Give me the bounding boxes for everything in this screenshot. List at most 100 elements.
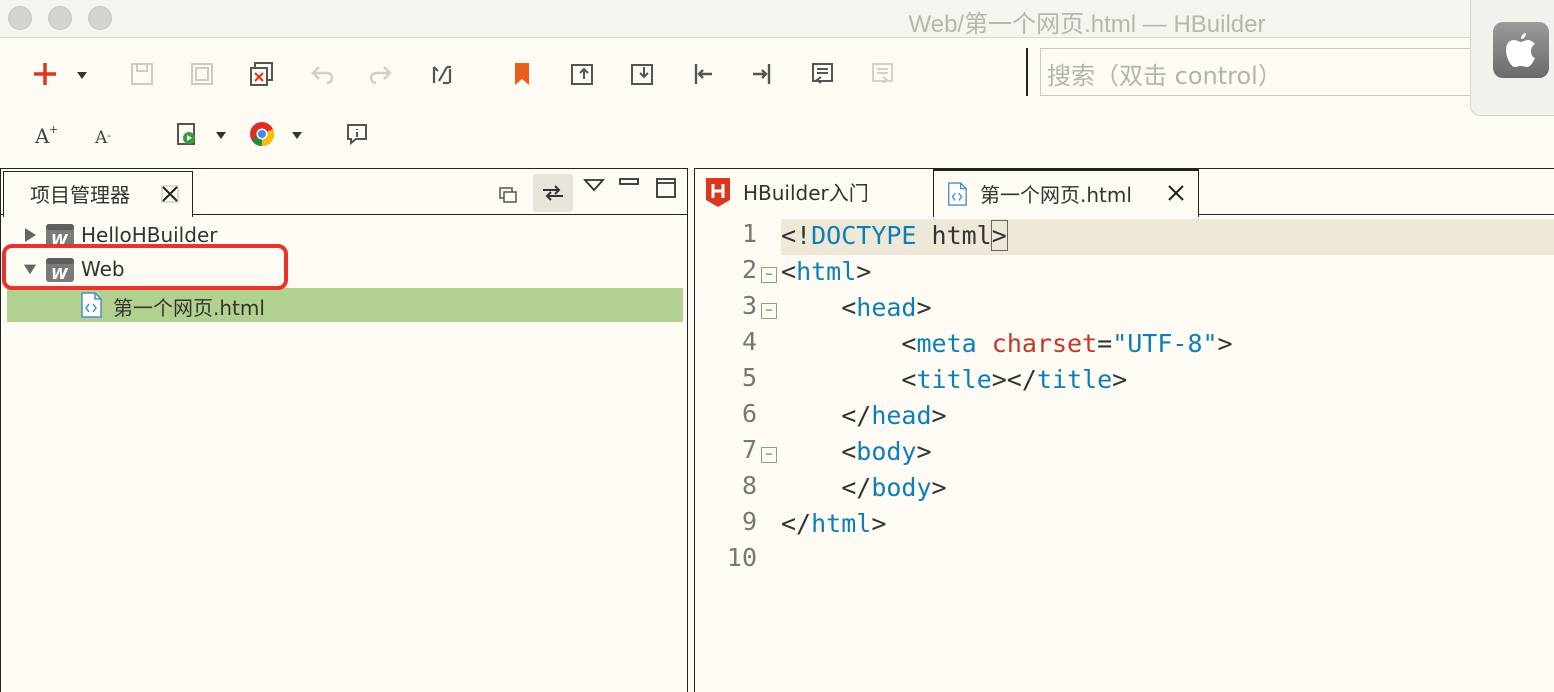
maximize-icon[interactable]: [655, 177, 677, 199]
fold-toggle-icon[interactable]: −: [761, 303, 777, 319]
view-menu-icon[interactable]: [583, 177, 605, 193]
save-button[interactable]: [127, 59, 157, 89]
save-as-icon: [250, 62, 273, 86]
chevron-down-icon[interactable]: [215, 130, 227, 140]
tab-label: HBuilder入门: [743, 181, 869, 205]
wrap-button[interactable]: [807, 59, 837, 89]
tab-first-page[interactable]: 第一个网页.html: [933, 169, 1199, 217]
tree-item-label: 第一个网页.html: [113, 296, 265, 320]
goto-next-button[interactable]: [627, 59, 657, 89]
bookmark-icon: [515, 63, 529, 85]
save-as-button[interactable]: [247, 59, 277, 89]
apple-icon: [1493, 22, 1549, 78]
line-number: 9: [741, 507, 757, 536]
code-text: <head>: [841, 293, 932, 322]
unwrap-button[interactable]: [867, 59, 897, 89]
hbuilder-logo-icon: [706, 178, 730, 207]
goto-previous-button[interactable]: [567, 59, 597, 89]
undo-icon: [311, 66, 334, 85]
wrap-icon: [812, 63, 833, 84]
bookmark-button[interactable]: [507, 59, 537, 89]
new-button[interactable]: [30, 59, 60, 89]
line-number: 3: [741, 291, 757, 320]
tab-label: 第一个网页.html: [980, 183, 1132, 207]
code-line: 9 </html>: [695, 507, 1554, 543]
new-icon: [34, 63, 56, 85]
run-button[interactable]: [172, 119, 202, 149]
line-number: 7: [741, 435, 757, 464]
highlight-annotation: [2, 244, 288, 290]
line-number: 8: [741, 471, 757, 500]
font-decrease-icon: A-: [94, 128, 111, 147]
jump-end-icon: [753, 64, 771, 84]
svg-text:A: A: [94, 128, 108, 147]
code-line: 2 − <html>: [695, 255, 1554, 291]
code-line: 10: [695, 543, 1554, 579]
collapse-all-icon[interactable]: [499, 187, 517, 203]
unwrap-icon: [872, 63, 893, 84]
format-button[interactable]: [427, 59, 457, 89]
code-line: 6 </head>: [695, 399, 1554, 435]
fold-toggle-icon[interactable]: −: [761, 447, 777, 463]
code-text: <title></title>: [901, 365, 1128, 394]
goto-next-icon: [631, 64, 653, 85]
goto-previous-icon: [571, 64, 593, 85]
jump-end-button[interactable]: [747, 59, 777, 89]
jump-start-button[interactable]: [688, 59, 718, 89]
code-line: 4 <meta charset="UTF-8">: [695, 327, 1554, 363]
save-icon: [131, 63, 153, 85]
code-text: </html>: [781, 509, 887, 538]
fold-toggle-icon[interactable]: −: [761, 267, 777, 283]
run-icon: [177, 123, 195, 145]
undo-button[interactable]: [307, 59, 337, 89]
code-line: 8 </body>: [695, 471, 1554, 507]
jump-start-icon: [694, 64, 712, 84]
code-line: 3 − <head>: [695, 291, 1554, 327]
tab-label: 项目管理器: [30, 183, 130, 207]
editor-panel: HBuilder入门 第一个网页.html 1 <!DOCTYPE html> …: [694, 168, 1554, 692]
font-increase-icon: A +: [34, 123, 58, 147]
font-decrease-button[interactable]: A-: [90, 119, 120, 149]
minimize-icon[interactable]: [619, 177, 639, 187]
apple-menu-button[interactable]: [1470, 0, 1554, 116]
search-area: 搜索（双击 control）: [1026, 48, 1480, 96]
chrome-browser-button[interactable]: [247, 119, 277, 149]
close-icon[interactable]: [160, 184, 180, 204]
line-number: 2: [741, 255, 757, 284]
code-line: 5 <title></title>: [695, 363, 1554, 399]
chevron-right-icon[interactable]: [23, 227, 37, 243]
html-file-icon: [948, 182, 967, 206]
tree-item-file[interactable]: 第一个网页.html: [7, 288, 683, 322]
svg-text:A: A: [34, 124, 50, 147]
redo-icon: [369, 66, 392, 85]
close-icon[interactable]: [1166, 183, 1186, 203]
code-text: <html>: [781, 257, 872, 286]
code-text: <body>: [841, 437, 932, 466]
code-line: 7 − <body>: [695, 435, 1554, 471]
chevron-down-icon[interactable]: [291, 130, 303, 140]
code-text: <!DOCTYPE html>: [781, 219, 1554, 255]
tab-hbuilder-intro[interactable]: HBuilder入门: [695, 169, 933, 215]
line-number: 10: [726, 543, 757, 572]
code-line: 1 <!DOCTYPE html>: [695, 219, 1554, 255]
redo-button[interactable]: [366, 59, 396, 89]
chrome-icon: [250, 122, 275, 147]
code-text: </body>: [841, 473, 947, 502]
title-bar: Web/第一个网页.html — HBuilder: [0, 0, 1554, 38]
tab-project-manager[interactable]: 项目管理器: [3, 171, 193, 217]
format-icon: [432, 65, 452, 85]
chevron-down-icon[interactable]: [76, 70, 88, 80]
svg-text:-: -: [107, 129, 111, 142]
sync-arrows-icon: [543, 185, 563, 201]
info-button[interactable]: [342, 119, 372, 149]
code-text: </head>: [841, 401, 947, 430]
line-number: 6: [741, 399, 757, 428]
window-title: Web/第一个网页.html — HBuilder: [908, 11, 1266, 38]
save-all-button[interactable]: [187, 59, 217, 89]
link-editor-button[interactable]: [533, 174, 573, 212]
line-number: 5: [741, 363, 757, 392]
line-number: 1: [741, 219, 757, 248]
line-number: 4: [741, 327, 757, 356]
search-input[interactable]: 搜索（双击 control）: [1040, 48, 1480, 96]
font-increase-button[interactable]: A +: [32, 119, 62, 149]
